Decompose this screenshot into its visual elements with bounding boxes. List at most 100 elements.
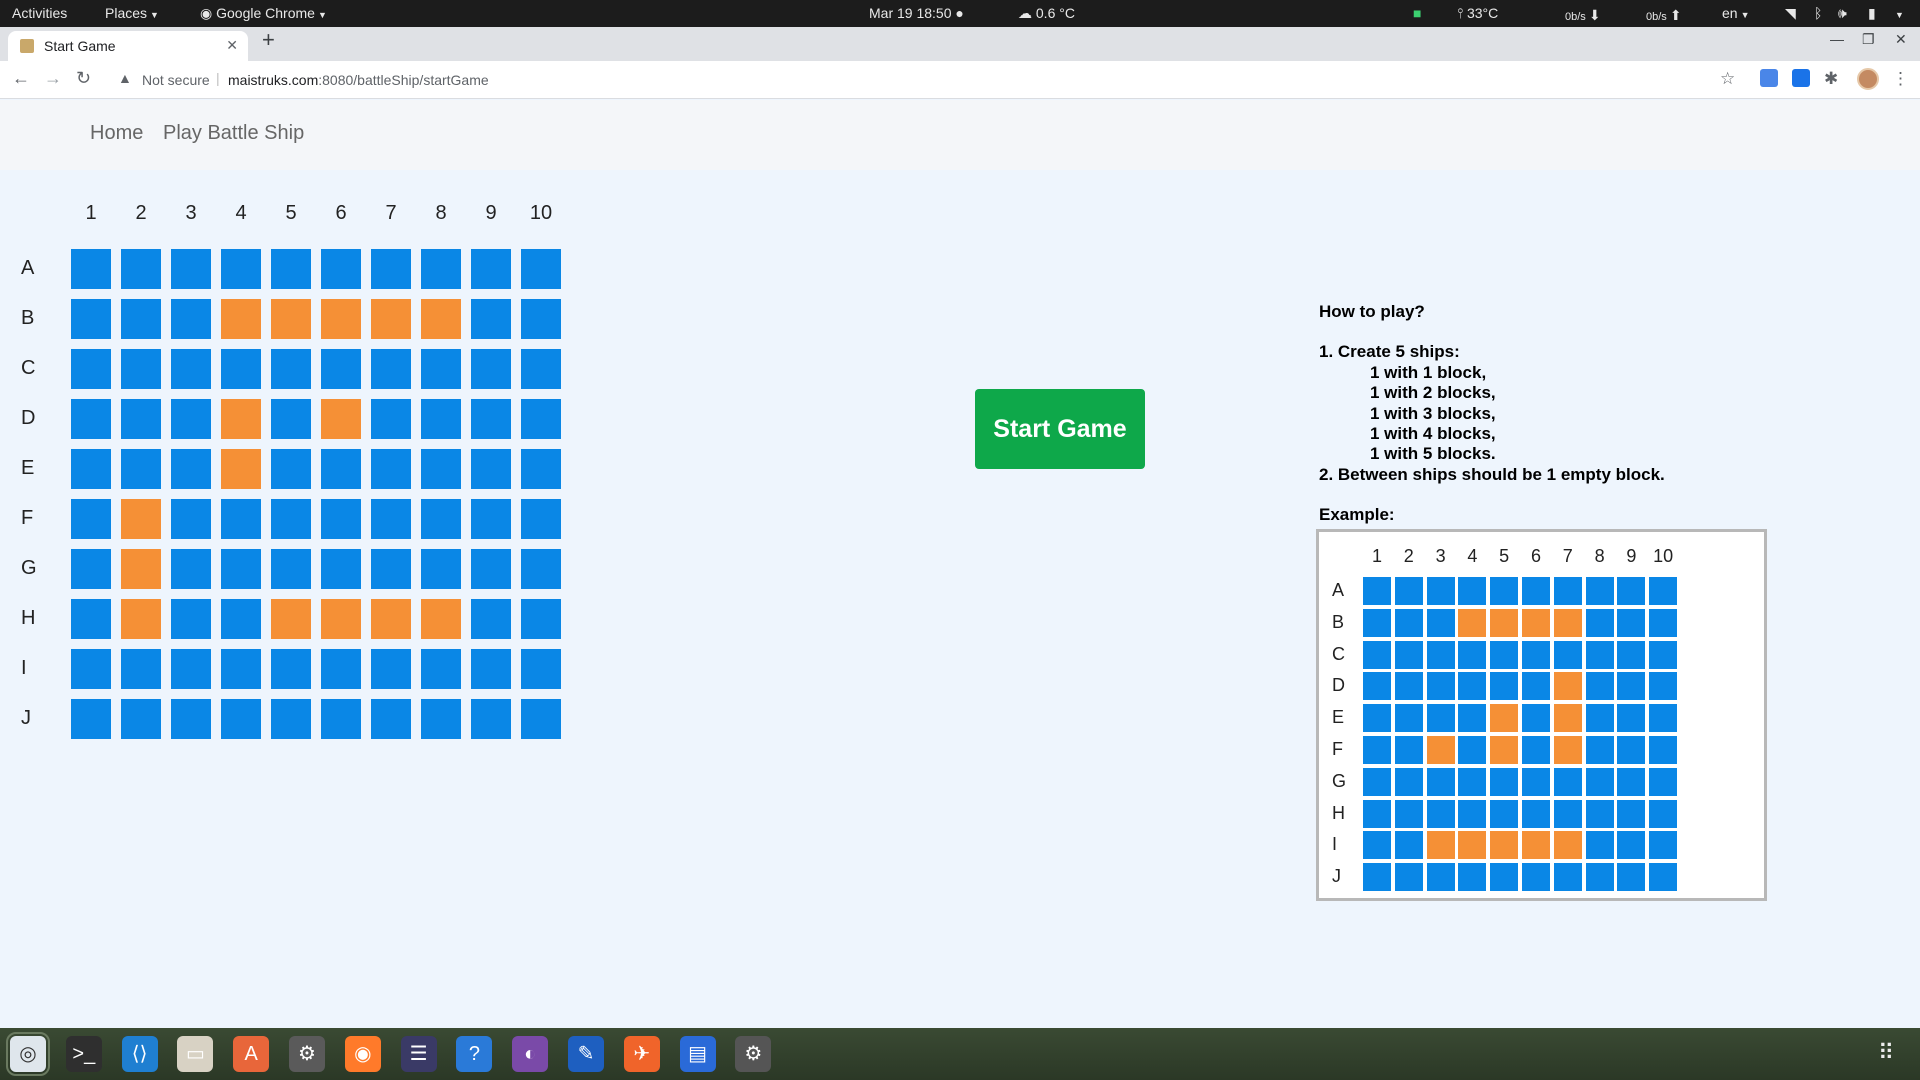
board-cell-H9[interactable] — [471, 599, 511, 639]
back-arrow-icon[interactable]: ← — [12, 68, 30, 89]
new-tab-icon[interactable]: + — [262, 27, 275, 53]
shield-check-icon[interactable]: ■ — [1413, 5, 1421, 21]
board-cell-B10[interactable] — [521, 299, 561, 339]
tab-start-game[interactable]: Start Game ✕ — [8, 31, 248, 61]
address-bar[interactable]: ▲ Not secure | maistruks.com:8080/battle… — [108, 65, 1788, 95]
board-cell-B7[interactable] — [371, 299, 411, 339]
board-cell-I4[interactable] — [221, 649, 261, 689]
board-cell-H3[interactable] — [171, 599, 211, 639]
window-close-icon[interactable]: ✕ — [1895, 31, 1907, 48]
board-cell-D9[interactable] — [471, 399, 511, 439]
docs-icon[interactable]: ▤ — [679, 1036, 716, 1072]
net-up-indicator[interactable]: 0b/s ⬆ — [1646, 7, 1682, 24]
software-icon[interactable]: A — [233, 1036, 270, 1072]
eclipse-icon[interactable]: ☰ — [400, 1036, 437, 1072]
nav-home-link[interactable]: Home — [90, 122, 143, 145]
show-apps-grid-icon[interactable]: ⠿ — [1878, 1040, 1894, 1066]
board-cell-J2[interactable] — [121, 699, 161, 739]
board-cell-G4[interactable] — [221, 549, 261, 589]
board-cell-J7[interactable] — [371, 699, 411, 739]
more-menu-icon[interactable]: ⋮ — [1892, 69, 1909, 89]
board-cell-F7[interactable] — [371, 499, 411, 539]
board-cell-G7[interactable] — [371, 549, 411, 589]
board-cell-F8[interactable] — [421, 499, 461, 539]
nav-play-link[interactable]: Play Battle Ship — [163, 122, 304, 145]
board-cell-H10[interactable] — [521, 599, 561, 639]
board-cell-D7[interactable] — [371, 399, 411, 439]
board-cell-I9[interactable] — [471, 649, 511, 689]
toggle-app-icon[interactable]: ◐ — [512, 1036, 549, 1072]
board-cell-B5[interactable] — [271, 299, 311, 339]
board-cell-A9[interactable] — [471, 249, 511, 289]
board-cell-H7[interactable] — [371, 599, 411, 639]
cpu-temp-indicator[interactable]: ⫯ 33°C — [1457, 5, 1498, 22]
board-cell-F10[interactable] — [521, 499, 561, 539]
chrome-icon[interactable]: ◎ — [6, 1032, 50, 1076]
board-cell-F1[interactable] — [71, 499, 111, 539]
board-cell-A6[interactable] — [321, 249, 361, 289]
board-cell-J5[interactable] — [271, 699, 311, 739]
board-cell-F2[interactable] — [121, 499, 161, 539]
board-cell-G5[interactable] — [271, 549, 311, 589]
board-cell-B8[interactable] — [421, 299, 461, 339]
files-icon[interactable]: ▭ — [177, 1036, 214, 1072]
board-cell-E10[interactable] — [521, 449, 561, 489]
board-cell-C1[interactable] — [71, 349, 111, 389]
board-cell-B2[interactable] — [121, 299, 161, 339]
board-cell-H6[interactable] — [321, 599, 361, 639]
not-secure-label[interactable]: Not secure — [142, 72, 210, 88]
board-cell-A7[interactable] — [371, 249, 411, 289]
board-cell-C3[interactable] — [171, 349, 211, 389]
board-cell-F5[interactable] — [271, 499, 311, 539]
url-text[interactable]: maistruks.com:8080/battleShip/startGame — [228, 72, 489, 88]
board-cell-F9[interactable] — [471, 499, 511, 539]
puzzle-extensions-icon[interactable]: ✱ — [1824, 69, 1838, 89]
board-cell-F4[interactable] — [221, 499, 261, 539]
wifi-icon[interactable]: ◥ — [1785, 5, 1796, 22]
board-cell-D6[interactable] — [321, 399, 361, 439]
board-cell-D8[interactable] — [421, 399, 461, 439]
board-cell-G2[interactable] — [121, 549, 161, 589]
board-cell-H1[interactable] — [71, 599, 111, 639]
board-cell-G9[interactable] — [471, 549, 511, 589]
board-cell-H5[interactable] — [271, 599, 311, 639]
board-cell-B3[interactable] — [171, 299, 211, 339]
board-cell-J1[interactable] — [71, 699, 111, 739]
board-cell-G8[interactable] — [421, 549, 461, 589]
board-cell-A4[interactable] — [221, 249, 261, 289]
board-cell-I6[interactable] — [321, 649, 361, 689]
bluetooth-icon[interactable]: ᛒ — [1814, 5, 1822, 21]
board-cell-E7[interactable] — [371, 449, 411, 489]
board-cell-C10[interactable] — [521, 349, 561, 389]
board-cell-D4[interactable] — [221, 399, 261, 439]
board-cell-F6[interactable] — [321, 499, 361, 539]
board-cell-D5[interactable] — [271, 399, 311, 439]
vscode-icon[interactable]: ⟨⟩ — [121, 1036, 158, 1072]
app-menu[interactable]: ◉ Google Chrome ▼ — [200, 5, 327, 22]
board-cell-E4[interactable] — [221, 449, 261, 489]
warning-triangle-icon[interactable]: ▲ — [118, 70, 132, 86]
board-cell-C7[interactable] — [371, 349, 411, 389]
board-cell-C2[interactable] — [121, 349, 161, 389]
help-icon[interactable]: ? — [456, 1036, 493, 1072]
translate-extension-icon[interactable] — [1760, 69, 1778, 87]
board-cell-J10[interactable] — [521, 699, 561, 739]
board-cell-B1[interactable] — [71, 299, 111, 339]
board-cell-E5[interactable] — [271, 449, 311, 489]
board-cell-C8[interactable] — [421, 349, 461, 389]
board-cell-E8[interactable] — [421, 449, 461, 489]
board-cell-A10[interactable] — [521, 249, 561, 289]
bookmark-star-icon[interactable]: ☆ — [1720, 69, 1735, 89]
board-cell-I2[interactable] — [121, 649, 161, 689]
extension-icon[interactable] — [1792, 69, 1810, 87]
board-cell-E1[interactable] — [71, 449, 111, 489]
board-cell-I1[interactable] — [71, 649, 111, 689]
board-cell-E9[interactable] — [471, 449, 511, 489]
board-cell-G6[interactable] — [321, 549, 361, 589]
board-cell-C5[interactable] — [271, 349, 311, 389]
places-menu[interactable]: Places ▼ — [105, 5, 159, 21]
board-cell-H2[interactable] — [121, 599, 161, 639]
text-editor-icon[interactable]: ✎ — [568, 1036, 604, 1072]
board-cell-A2[interactable] — [121, 249, 161, 289]
board-cell-I10[interactable] — [521, 649, 561, 689]
